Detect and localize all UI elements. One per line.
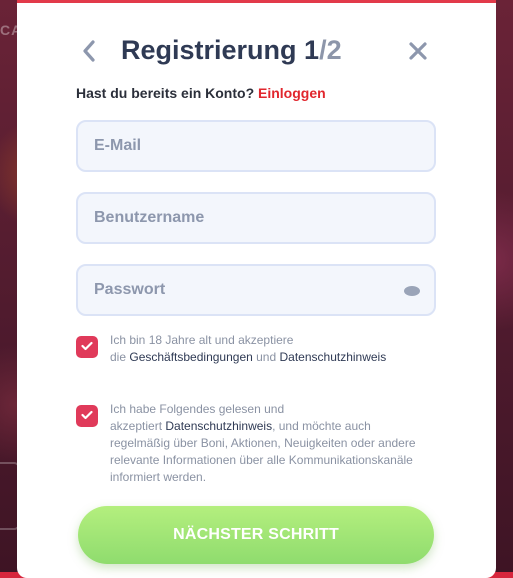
modal-header: Registrierung 1/2 Hast du bereits ein Ko… [17,3,496,101]
password-field[interactable] [78,281,434,299]
privacy-link[interactable]: Datenschutzhinweis [280,350,387,364]
step-separator: / [319,35,327,65]
terms-line1: Ich bin 18 Jahre alt und akzeptiere [110,333,294,347]
chevron-left-icon [82,39,96,67]
step-current: 1 [304,35,320,65]
password-field-wrapper [76,264,436,316]
checkmark-icon [81,407,93,425]
terms-text: Ich bin 18 Jahre alt und akzeptiere die … [110,332,430,366]
registration-modal: Registrierung 1/2 Hast du bereits ein Ko… [17,0,496,578]
marketing-line1: Ich habe Folgendes gelesen und [110,402,285,416]
username-field[interactable] [78,209,434,227]
close-button[interactable] [406,41,430,65]
username-field-wrapper [76,192,436,244]
terms-mid: und [252,350,280,364]
login-prompt-text: Hast du bereits ein Konto? [76,85,255,101]
eye-icon[interactable] [404,286,420,296]
login-prompt: Hast du bereits ein Konto? Einloggen [76,85,326,101]
terms-checkbox[interactable] [76,336,98,358]
email-field-wrapper [76,120,436,172]
marketing-text: Ich habe Folgendes gelesen und akzeptier… [110,401,430,486]
email-field[interactable] [78,137,434,155]
close-icon [408,41,428,66]
next-step-button[interactable]: NÄCHSTER SCHRITT [78,506,434,564]
step-total: 2 [326,35,342,65]
marketing-prefix: akzeptiert [110,419,166,433]
terms-prefix: die [110,350,130,364]
marketing-privacy-link[interactable]: Datenschutzhinweis [165,419,272,433]
checkmark-icon [81,338,93,356]
marketing-checkbox[interactable] [76,405,98,427]
terms-link[interactable]: Geschäftsbedingungen [129,350,252,364]
title-text: Registrierung [121,35,297,65]
back-button[interactable] [77,39,101,67]
page-title: Registrierung 1/2 [121,35,342,66]
login-link[interactable]: Einloggen [258,85,326,101]
